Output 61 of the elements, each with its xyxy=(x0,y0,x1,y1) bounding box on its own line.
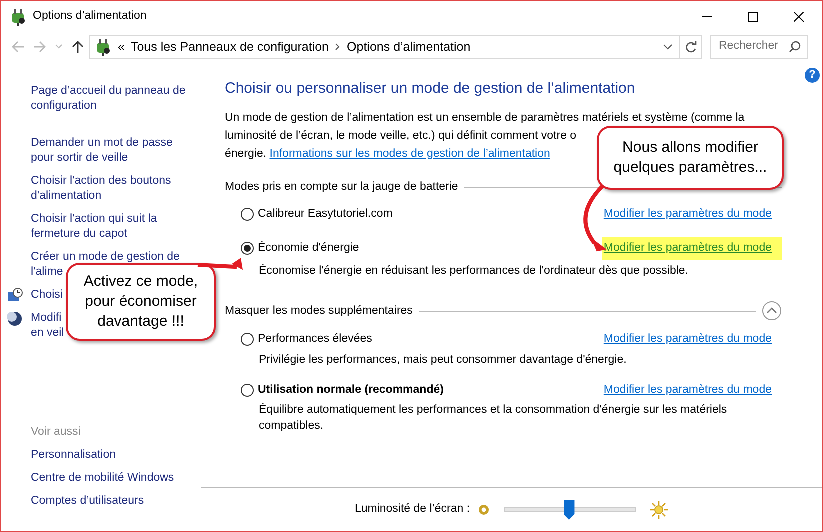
sidebar-link[interactable]: Centre de mobilité Windows xyxy=(31,471,174,486)
dim-sun-icon xyxy=(478,504,490,516)
breadcrumb[interactable]: Options d’alimentation xyxy=(347,38,471,56)
slider-thumb[interactable] xyxy=(564,500,575,520)
window-title: Options d’alimentation xyxy=(33,8,148,24)
maximize-icon xyxy=(748,12,758,22)
see-also-title: Voir aussi xyxy=(31,425,81,440)
chevron-down-icon xyxy=(55,44,63,50)
up-arrow-icon xyxy=(71,40,85,54)
radio-button[interactable] xyxy=(241,208,254,221)
power-plug-icon xyxy=(94,38,112,56)
description-text: luminosité de l’écran, le mode veille, etc.) qui définit comment votre o xyxy=(225,130,577,142)
plan-settings-link[interactable]: Modifier les paramètres du mode xyxy=(604,206,772,223)
plan-name: Performances élevées xyxy=(258,332,372,348)
back-icon xyxy=(11,40,25,54)
help-button[interactable]: ? xyxy=(805,68,820,83)
plan-description: Équilibre automatiquement les performances et la consommation d'énergie sur les matériels compatibles. xyxy=(258,402,728,434)
radio-button[interactable] xyxy=(241,242,254,256)
collapse-button[interactable] xyxy=(762,301,782,322)
bright-sun-icon xyxy=(650,500,668,518)
group-title: Masquer les modes supplémentaires xyxy=(225,304,413,319)
plan-name: Économie d'énergie xyxy=(258,240,360,256)
group-title: Modes pris en compte sur la jauge de batterie xyxy=(225,180,458,194)
callout-arrow xyxy=(198,258,243,270)
description-text: énergie. xyxy=(225,148,267,160)
plan-settings-link[interactable]: Modifier les paramètres du mode xyxy=(602,237,782,260)
sidebar-link[interactable]: Modifi en veil xyxy=(31,311,64,341)
sidebar-link[interactable]: Demander un mot de passe pour sortir de veille xyxy=(31,136,173,166)
sidebar-link[interactable]: Comptes d’utilisateurs xyxy=(31,494,144,509)
search-icon xyxy=(789,41,801,53)
sidebar-link[interactable]: Personnalisation xyxy=(31,448,116,463)
page-heading: Choisir ou personnaliser un mode de gestion de l’alimentation xyxy=(225,79,636,99)
forward-icon xyxy=(33,40,47,54)
radio-button[interactable] xyxy=(241,384,254,397)
breadcrumb[interactable]: Tous les Panneaux de configuration xyxy=(130,38,330,56)
search-field[interactable]: Rechercher xyxy=(710,35,808,59)
power-plug-icon xyxy=(9,8,27,26)
annotation-tooltip: Activez ce mode, pour économiser davantage !!! xyxy=(66,263,216,341)
chevron-down-icon[interactable] xyxy=(663,44,673,50)
refresh-icon xyxy=(684,41,696,53)
brightness-label: Luminosité de l’écran : xyxy=(354,502,470,517)
close-icon xyxy=(794,12,804,22)
monitor-clock-icon xyxy=(7,288,23,304)
plan-description: Privilégie les performances, mais peut consommer davantage d'énergie. xyxy=(258,352,628,368)
plan-name: Utilisation normale (recommandé) xyxy=(258,382,444,398)
sidebar-link[interactable]: Page d’accueil du panneau de configuration xyxy=(31,84,186,114)
plan-settings-link[interactable]: Modifier les paramètres du mode xyxy=(604,382,772,399)
annotation-tooltip: Nous allons modifier quelques paramètres... xyxy=(597,126,784,190)
moon-icon xyxy=(7,311,23,327)
sidebar-link[interactable]: Choisi xyxy=(31,288,63,303)
sidebar-link[interactable]: Choisir l'action qui suit la fermeture du capot xyxy=(31,212,158,242)
description-text: Un mode de gestion de l’alimentation est un ensemble de paramètres matériels et système (comme la xyxy=(225,112,745,124)
overflow-chevrons[interactable]: « xyxy=(118,38,125,56)
info-link[interactable]: Informations sur les modes de gestion de l’alimentation xyxy=(270,148,550,160)
chevron-right-icon xyxy=(335,43,342,51)
radio-button[interactable] xyxy=(241,333,254,346)
plan-settings-link[interactable]: Modifier les paramètres du mode xyxy=(604,331,772,348)
address-field[interactable]: « Tous les Panneaux de configuration Options d’alimentation xyxy=(89,35,702,59)
plan-name: Calibreur Easytutoriel.com xyxy=(258,206,393,222)
sidebar-link[interactable]: Choisir l'action des boutons d'alimentation xyxy=(31,174,172,204)
plan-description: Économise l'énergie en réduisant les performances de l'ordinateur dès que possible. xyxy=(258,263,690,280)
